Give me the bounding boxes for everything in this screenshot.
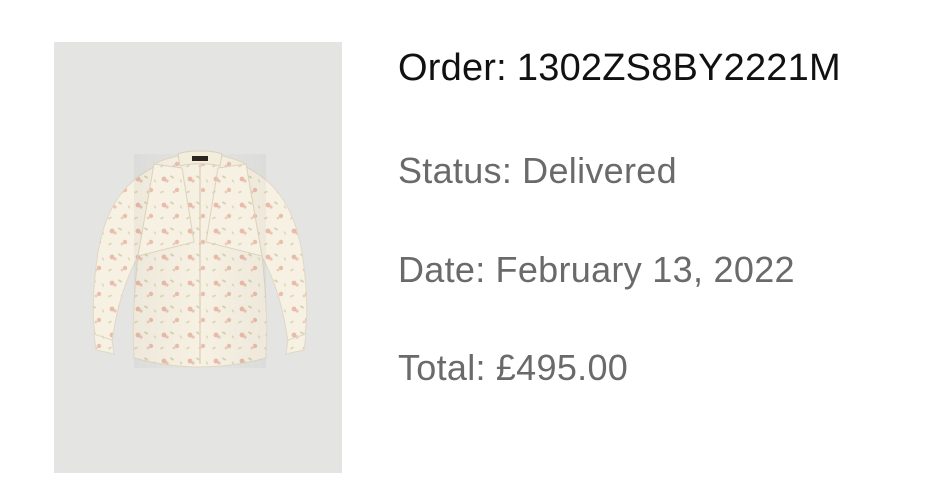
date-value: February 13, 2022 bbox=[495, 249, 795, 290]
date-line: Date: February 13, 2022 bbox=[398, 249, 795, 291]
status-line: Status: Delivered bbox=[398, 150, 677, 192]
total-label: Total: bbox=[398, 347, 486, 388]
status-value: Delivered bbox=[522, 150, 677, 191]
status-label: Status: bbox=[398, 150, 513, 191]
order-card: Order: 1302ZS8BY2221M Status: Delivered Da… bbox=[0, 0, 936, 491]
floral-blouse-image bbox=[54, 42, 342, 473]
order-label: Order: bbox=[398, 47, 507, 89]
product-image[interactable] bbox=[54, 42, 342, 473]
order-number-line: Order: 1302ZS8BY2221M bbox=[398, 47, 841, 90]
order-number[interactable]: 1302ZS8BY2221M bbox=[517, 47, 841, 89]
total-line: Total: £495.00 bbox=[398, 347, 628, 389]
total-value: £495.00 bbox=[495, 347, 629, 388]
date-label: Date: bbox=[398, 249, 486, 290]
